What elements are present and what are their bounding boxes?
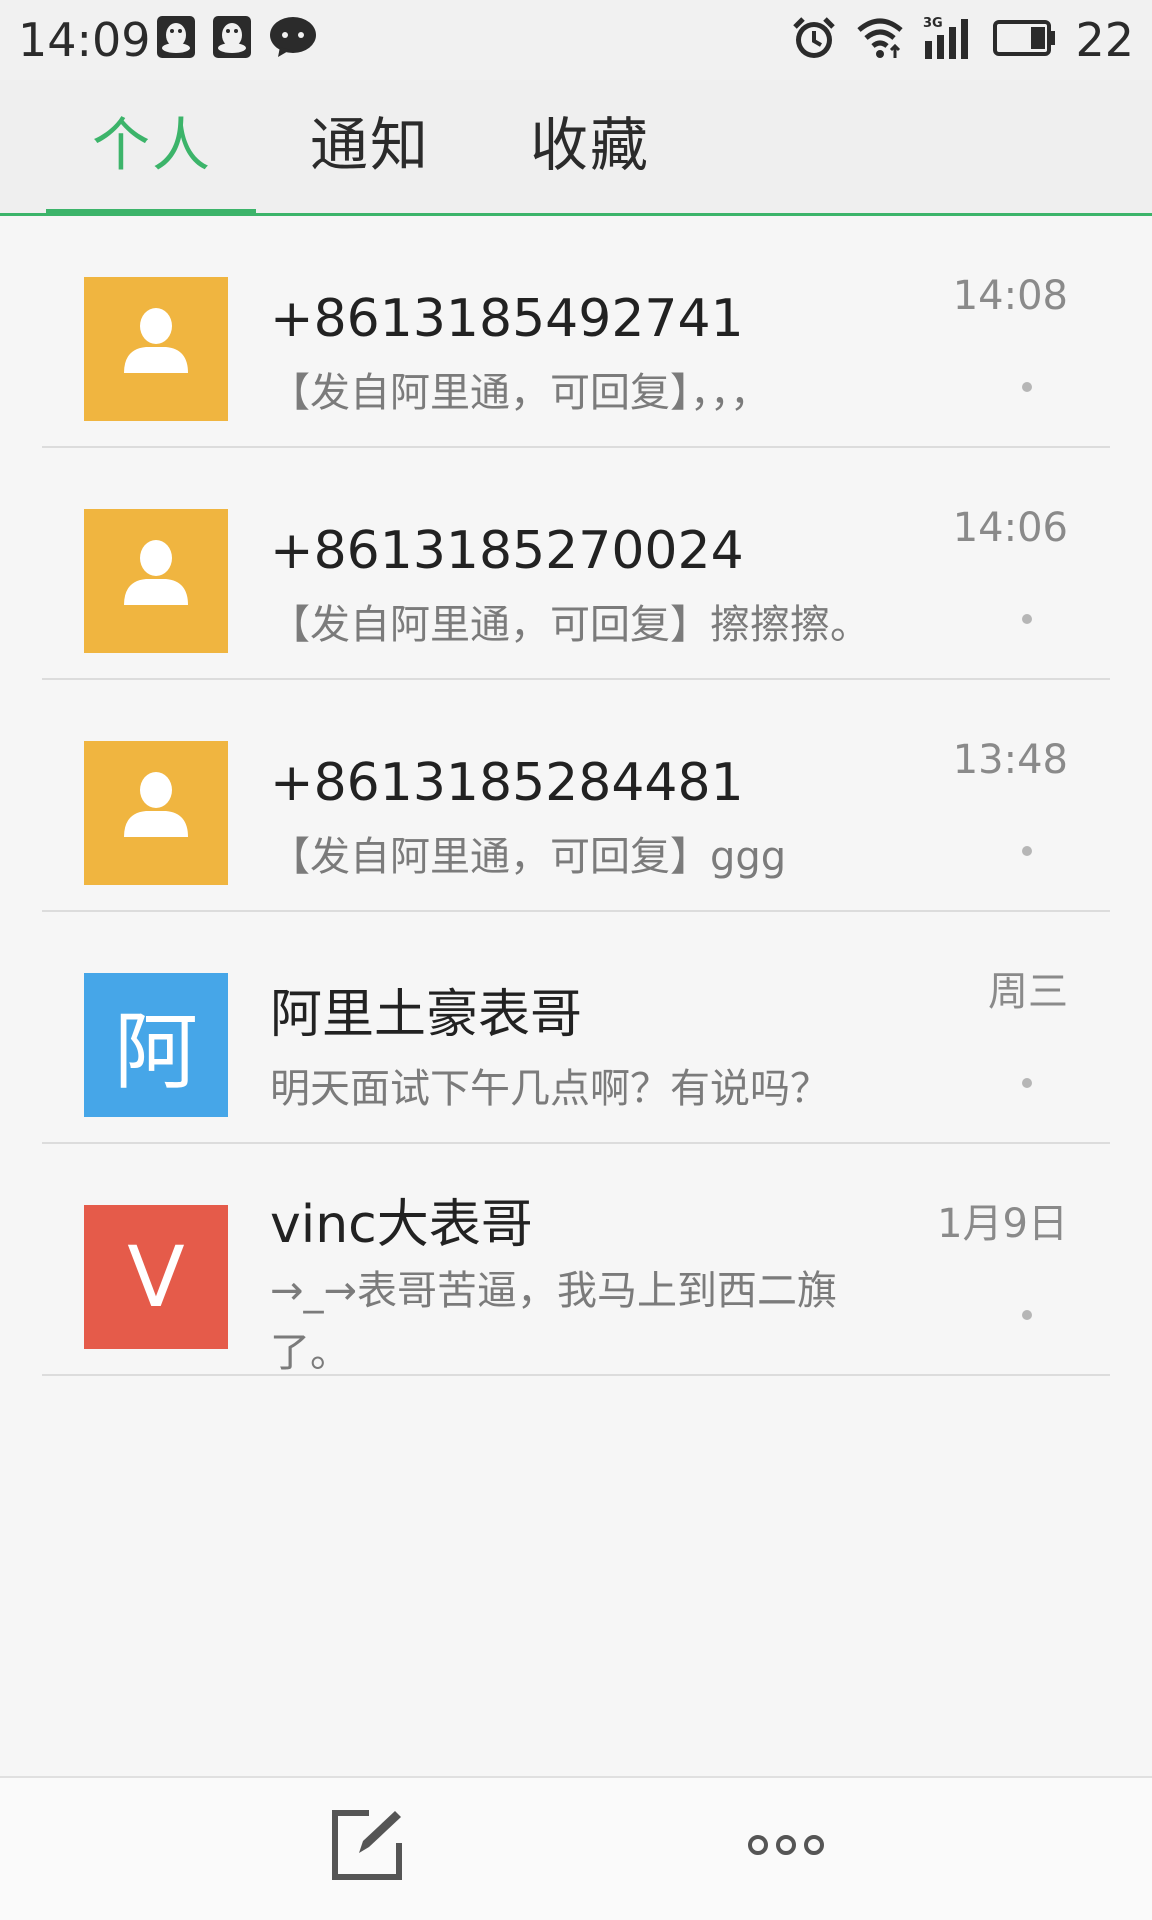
avatar: 阿 xyxy=(84,973,228,1117)
compose-button[interactable] xyxy=(322,1802,412,1892)
signal-3g-icon: 3G xyxy=(923,15,975,65)
qq-icon xyxy=(212,15,252,63)
more-icon xyxy=(746,1833,826,1861)
tab-favorites[interactable]: 收藏 xyxy=(530,110,650,180)
more-button[interactable] xyxy=(736,1802,836,1892)
list-item[interactable]: V vinc大表哥 →_→表哥苦逼，我马上到西二旗了。 1月9日 xyxy=(0,1144,1152,1376)
status-dot xyxy=(1022,382,1032,392)
message-preview: 明天面试下午几点啊？有说吗？ xyxy=(270,1066,830,1112)
wifi-icon xyxy=(855,16,905,64)
bottom-toolbar xyxy=(0,1776,1152,1920)
list-item[interactable]: +8613185492741 【发自阿里通，可回复】，，， 14:08 xyxy=(0,216,1152,448)
avatar: V xyxy=(84,1205,228,1349)
message-preview: 【发自阿里通，可回复】擦擦擦。 xyxy=(270,602,870,648)
system-icons: 3G 22 xyxy=(791,12,1134,68)
divider xyxy=(42,1374,1110,1376)
list-item[interactable]: +8613185284481 【发自阿里通，可回复】ggg 13:48 xyxy=(0,680,1152,912)
message-time: 14:06 xyxy=(952,505,1068,551)
person-icon xyxy=(116,531,196,631)
contact-name: 阿里土豪表哥 xyxy=(270,985,583,1045)
notification-icons xyxy=(156,14,318,64)
active-tab-indicator xyxy=(46,209,256,216)
contact-name: +8613185492741 xyxy=(270,289,744,349)
message-time: 13:48 xyxy=(952,737,1068,783)
status-dot xyxy=(1022,846,1032,856)
messages-screen: 14:09 3G 22 个人 通知 收藏 +8613185492741 【发自阿… xyxy=(0,0,1152,1920)
status-time: 14:09 xyxy=(18,13,151,67)
svg-text:3G: 3G xyxy=(923,16,943,31)
message-list: +8613185492741 【发自阿里通，可回复】，，， 14:08 +861… xyxy=(0,216,1152,1376)
contact-name: +8613185270024 xyxy=(270,521,744,581)
tab-bar: 个人 通知 收藏 xyxy=(0,80,1152,216)
message-time: 14:08 xyxy=(952,273,1068,319)
avatar-letter: V xyxy=(127,1228,185,1326)
message-preview: 【发自阿里通，可回复】，，， xyxy=(270,370,770,416)
person-icon xyxy=(116,763,196,863)
message-preview: →_→表哥苦逼，我马上到西二旗了。 xyxy=(270,1268,838,1376)
avatar xyxy=(84,509,228,653)
status-dot xyxy=(1022,1078,1032,1088)
battery-icon xyxy=(993,18,1057,62)
list-item[interactable]: 阿 阿里土豪表哥 明天面试下午几点啊？有说吗？ 周三 xyxy=(0,912,1152,1144)
message-time: 周三 xyxy=(988,969,1068,1015)
list-item[interactable]: +8613185270024 【发自阿里通，可回复】擦擦擦。 14:06 xyxy=(0,448,1152,680)
wechat-icon xyxy=(268,15,318,63)
battery-percent: 22 xyxy=(1075,13,1134,67)
message-preview: 【发自阿里通，可回复】ggg xyxy=(270,834,787,880)
person-icon xyxy=(116,299,196,399)
avatar xyxy=(84,277,228,421)
alarm-icon xyxy=(791,15,837,65)
compose-icon xyxy=(329,1807,405,1887)
status-bar: 14:09 3G 22 xyxy=(0,0,1152,80)
tab-notifications[interactable]: 通知 xyxy=(310,110,430,180)
tab-personal[interactable]: 个人 xyxy=(92,110,212,180)
status-dot xyxy=(1022,1310,1032,1320)
contact-name: +8613185284481 xyxy=(270,753,744,813)
avatar xyxy=(84,741,228,885)
contact-name: vinc大表哥 xyxy=(270,1195,533,1255)
status-dot xyxy=(1022,614,1032,624)
message-time: 1月9日 xyxy=(937,1201,1068,1247)
qq-icon xyxy=(156,15,196,63)
avatar-letter: 阿 xyxy=(113,1002,198,1101)
